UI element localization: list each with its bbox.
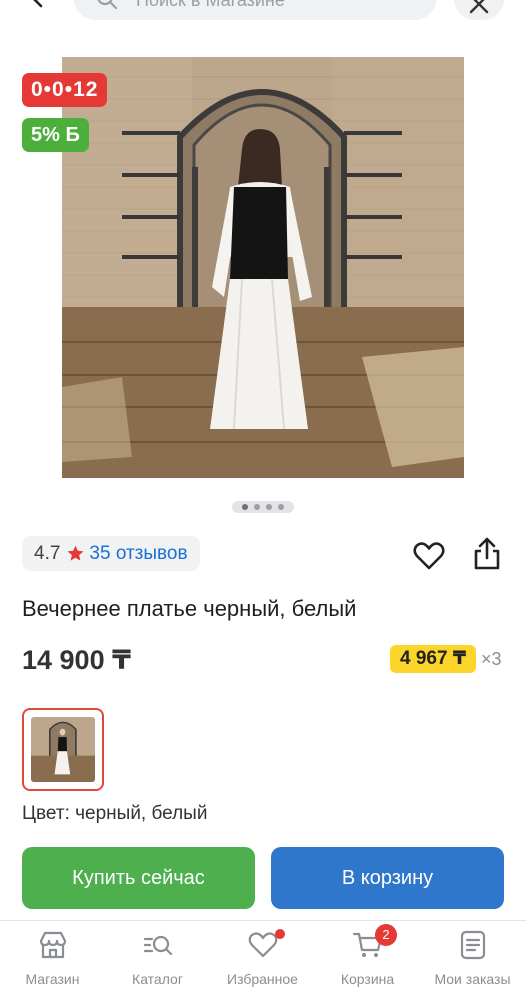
tab-label: Магазин [25, 971, 80, 987]
product-image[interactable] [62, 57, 464, 478]
reviews-link[interactable]: 35 отзывов [89, 543, 187, 565]
color-variant-thumbnail[interactable] [22, 708, 104, 791]
share-button[interactable] [470, 536, 504, 572]
chevron-left-icon [33, 0, 43, 8]
product-price: 14 900 ₸ [22, 645, 131, 675]
product-title: Вечернее платье черный, белый [22, 596, 357, 621]
gallery-pagination [232, 501, 294, 513]
page-dot [278, 504, 284, 510]
orders-icon [460, 930, 485, 960]
timer-badge: 0•0•12 [22, 73, 108, 107]
shop-icon [39, 931, 66, 959]
tab-label: Каталог [132, 971, 183, 987]
bonus-badge: 5% Б [22, 118, 89, 152]
color-label: Цвет: черный, белый [22, 803, 208, 824]
search-placeholder: Поиск в Магазине [136, 0, 285, 10]
buy-now-button[interactable]: Купить сейчас [22, 847, 255, 909]
tab-label: Избранное [227, 971, 298, 987]
installment-badge[interactable]: 4 967 ₸ [390, 645, 477, 673]
close-icon [469, 0, 489, 14]
star-icon [68, 545, 84, 561]
tab-cart[interactable]: 2 Корзина [315, 924, 420, 997]
top-bar: Поиск в Магазине [0, 0, 526, 22]
add-to-cart-button[interactable]: В корзину [271, 847, 504, 909]
rating-chip[interactable]: 4.7 35 отзывов [22, 536, 200, 571]
bottom-tab-bar: Магазин Каталог Избранное 2 Корзина Мои … [0, 920, 526, 999]
cart-count-badge: 2 [375, 924, 397, 946]
page-dot [266, 504, 272, 510]
catalog-search-icon [143, 935, 172, 956]
tab-catalog[interactable]: Каталог [105, 929, 210, 997]
tab-favorites[interactable]: Избранное [210, 929, 315, 997]
tab-label: Мои заказы [434, 971, 511, 987]
tab-label: Корзина [340, 971, 395, 987]
share-icon [474, 537, 500, 570]
heart-icon [248, 932, 277, 958]
page-dot [242, 504, 248, 510]
tab-orders[interactable]: Мои заказы [420, 929, 525, 997]
close-button[interactable] [454, 0, 504, 20]
heart-icon [413, 542, 445, 570]
installment-multiplier: ×3 [481, 649, 502, 669]
search-bar[interactable]: Поиск в Магазине [74, 0, 436, 20]
page-dot [254, 504, 260, 510]
back-button[interactable] [26, 0, 50, 10]
notification-dot [275, 929, 285, 939]
favorite-button[interactable] [412, 539, 446, 573]
search-icon [97, 0, 118, 10]
tab-shop[interactable]: Магазин [0, 929, 105, 997]
rating-value: 4.7 [34, 542, 61, 564]
